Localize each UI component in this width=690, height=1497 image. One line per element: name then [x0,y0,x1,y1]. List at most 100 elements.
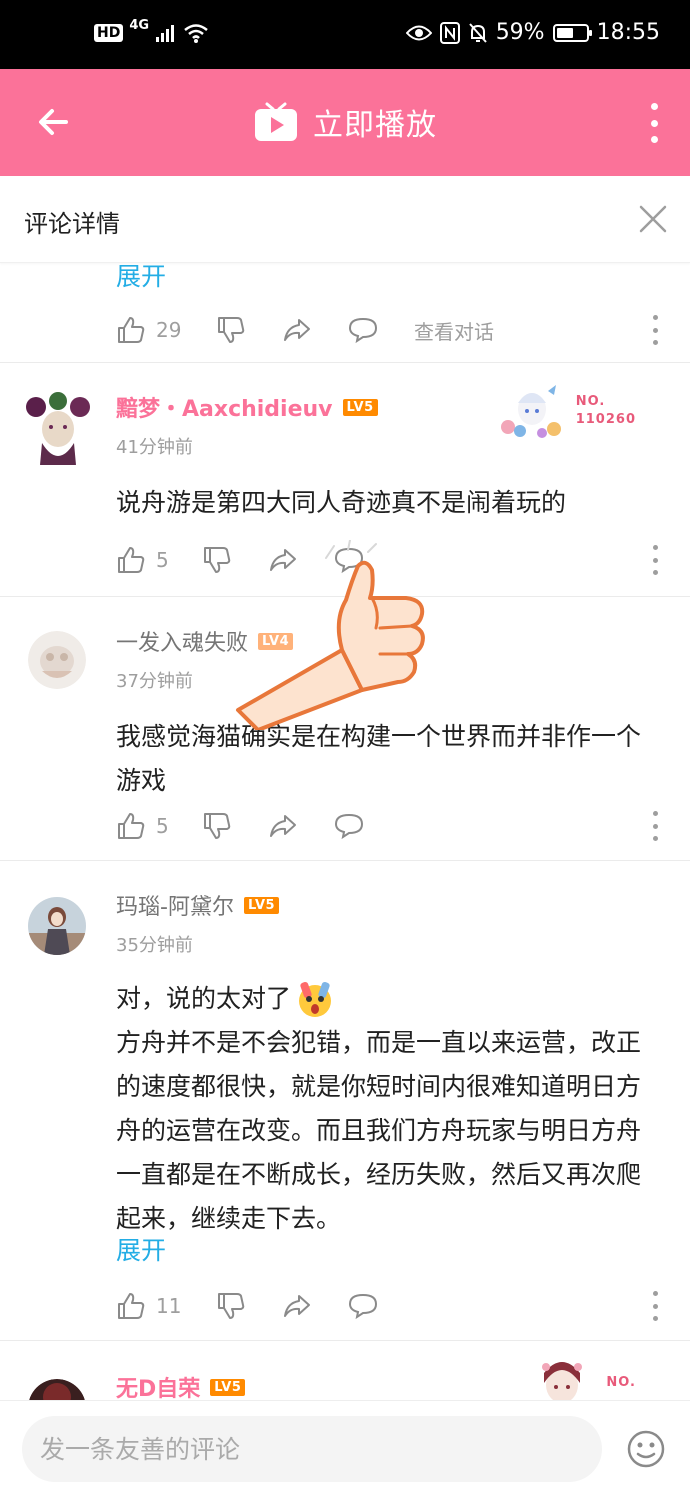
comment-item: 玛瑙-阿黛尔 LV5 35分钟前 对，说的太对了 方舟并不是不会犯错，而是一直以… [0,861,690,1341]
avatar[interactable] [28,1379,86,1400]
comment-first-line: 对，说的太对了 [116,977,650,1021]
dislike-button[interactable] [202,811,268,841]
status-right: 59% 18:55 [405,20,660,45]
comment-input[interactable] [22,1416,602,1482]
comment-detail-header: 评论详情 [0,176,690,263]
reply-button[interactable] [334,545,400,575]
username[interactable]: 黯梦・Aaxchidieuv [116,391,333,423]
comment-text: 我感觉海猫确实是在构建一个世界而并非作一个游戏 [116,722,642,795]
thumbs-down-icon [204,547,231,573]
dislike-button[interactable] [216,1291,282,1321]
reply-button[interactable] [348,315,414,345]
avatar[interactable] [28,897,86,955]
expand-link[interactable]: 展开 [116,1231,166,1267]
username[interactable]: 玛瑙-阿黛尔 [116,889,234,921]
mute-bell-icon [468,22,487,43]
like-button[interactable]: 11 [116,1291,216,1321]
username[interactable]: 一发入魂失败 [116,625,248,657]
comment-more-icon[interactable] [650,545,660,575]
dislike-button[interactable] [202,545,268,575]
username-row: 一发入魂失败 LV4 [116,625,294,657]
comment-input-bar [0,1400,690,1497]
comment-more-icon[interactable] [650,1291,660,1321]
comment-item: 黯梦・Aaxchidieuv LV5 NO. 110260 41分钟前 说舟游是… [0,363,690,597]
comment-more-icon[interactable] [650,315,660,345]
comment-text-block: 对，说的太对了 方舟并不是不会犯错，而是一直以来运营，改正的速度都很快，就是你短… [116,977,650,1241]
share-button[interactable] [268,811,334,841]
tv-play-icon [255,102,297,141]
status-left: HD 4G [94,18,209,44]
battery-percent: 59% [495,20,545,45]
battery-fill [556,27,574,38]
like-button[interactable]: 29 [116,315,216,345]
comment-time: 41分钟前 [116,437,193,458]
dislike-button[interactable] [216,315,282,345]
thumbs-up-icon [118,317,145,343]
avatar[interactable] [28,631,86,689]
fan-badge-image [500,385,561,438]
thumbs-up-icon [118,1293,145,1319]
fan-no-value: 110260 [575,412,636,427]
comment-text-line1: 对，说的太对了 [116,984,292,1013]
play-now[interactable]: 立即播放 [0,100,690,144]
username[interactable]: 无D自荣 [116,1371,200,1400]
eye-icon [405,25,432,40]
close-icon[interactable] [638,204,668,234]
comment-item: 无D自荣 LV5 NO. [0,1341,690,1400]
hd-badge: HD [94,24,124,42]
thumbs-up-icon [118,813,145,839]
expand-link[interactable]: 展开 [116,263,166,293]
avatar-image [29,1379,85,1400]
comment-item: 展开 29 查看对话 [0,263,690,363]
fan-no-label: NO. [606,1375,636,1390]
comment-bubble-icon [334,547,364,574]
comment-actions: 29 查看对话 [116,313,660,347]
avatar-image [28,897,86,955]
comment-item: 一发入魂失败 LV4 37分钟前 我感觉海猫确实是在构建一个世界而并非作一个游戏… [0,597,690,861]
nfc-icon [439,21,460,44]
like-count: 11 [156,1294,182,1318]
fan-no-label: NO. [575,394,606,409]
level-badge: LV5 [243,896,280,914]
like-button[interactable]: 5 [116,545,202,575]
comment-text-body: 方舟并不是不会犯错，而是一直以来运营，改正的速度都很快，就是你短时间内很难知道明… [116,1028,642,1233]
fan-badge: NO. 110260 [494,381,636,441]
comment-input-pill[interactable] [22,1416,602,1482]
username-row: 无D自荣 LV5 [116,1371,246,1400]
clock: 18:55 [596,20,660,45]
status-bar: HD 4G 59% 18:55 [0,0,690,69]
like-button[interactable]: 5 [116,811,202,841]
comment-bubble-icon [348,1293,378,1320]
shocked-emoji-icon [299,981,332,1017]
thumbs-down-icon [218,1293,245,1319]
level-badge: LV5 [342,398,378,416]
share-icon [270,815,296,837]
view-dialog-link[interactable]: 查看对话 [414,316,494,345]
comment-more-icon[interactable] [650,811,660,841]
reply-button[interactable] [334,811,400,841]
app-title: 立即播放 [313,108,437,143]
like-count: 29 [156,318,182,342]
emoji-icon[interactable] [626,1429,666,1469]
comment-bubble-icon [348,317,378,344]
like-count: 5 [156,814,169,838]
comment-time: 35分钟前 [116,935,193,956]
comment-list[interactable]: 展开 29 查看对话 黯梦・Aaxchidieuv LV5 NO. 110260… [0,263,690,1400]
share-button[interactable] [282,315,348,345]
share-button[interactable] [282,1291,348,1321]
level-badge: LV5 [210,1378,246,1396]
comment-time: 37分钟前 [116,671,193,692]
comment-bubble-icon [334,813,364,840]
avatar-image [28,631,86,689]
fan-number: NO. 110260 [576,393,636,429]
thumbs-up-icon [118,547,145,573]
more-menu-icon[interactable] [644,103,664,143]
battery-icon [552,23,592,42]
username-row: 黯梦・Aaxchidieuv LV5 [116,391,378,423]
share-button[interactable] [268,545,334,575]
reply-button[interactable] [348,1291,414,1321]
avatar[interactable] [16,385,100,469]
share-icon [284,319,310,341]
thumbs-down-icon [218,317,245,343]
share-icon [270,549,296,571]
